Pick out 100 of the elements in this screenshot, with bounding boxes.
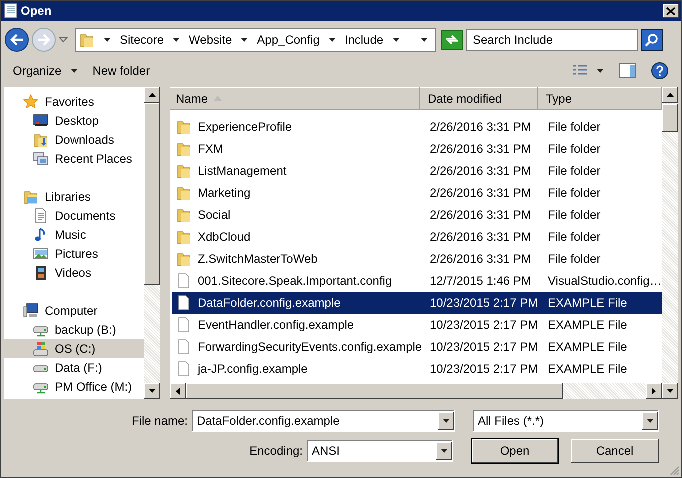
table-cell-text: 2/26/2016 3:31 PM <box>429 207 532 224</box>
scroll-thumb[interactable] <box>144 103 160 285</box>
cancel-button[interactable]: Cancel <box>571 439 659 463</box>
column-header[interactable]: Date modified <box>420 87 538 109</box>
encoding-dropdown[interactable]: ANSI <box>307 440 453 462</box>
caret-icon <box>240 37 250 43</box>
table-cell-text: 10/23/2015 2:17 PM <box>429 361 540 378</box>
field-label: Encoding: <box>250 444 303 458</box>
file-icon <box>176 317 192 333</box>
table-cell-text: File folder <box>547 119 602 136</box>
library-icon <box>23 188 39 204</box>
recent-places-icon <box>33 150 49 166</box>
notepad-icon <box>3 3 19 19</box>
column-header[interactable]: Name <box>170 87 420 109</box>
search-button[interactable] <box>641 29 663 51</box>
table-cell-text: 2/26/2016 3:31 PM <box>429 119 532 136</box>
scroll-down-button[interactable] <box>144 383 160 399</box>
caret-icon <box>646 418 654 424</box>
file-row[interactable]: ListManagement <box>172 160 422 182</box>
file-icon <box>176 295 192 311</box>
table-cell: 10/23/2015 2:17 PM <box>422 292 540 314</box>
scrollbar[interactable] <box>170 383 662 399</box>
file-type-dropdown[interactable]: All Files (*.*) <box>473 410 659 432</box>
scroll-right-button[interactable] <box>646 383 662 399</box>
scroll-up-button[interactable] <box>144 87 160 103</box>
file-name-field[interactable]: DataFolder.config.example <box>192 410 455 432</box>
file-row[interactable]: ExperienceProfile <box>172 116 422 138</box>
table-cell-text: File folder <box>547 251 602 268</box>
file-icon <box>176 273 192 289</box>
caret-icon <box>440 448 448 454</box>
file-row[interactable]: FXM <box>172 138 422 160</box>
scroll-down-button[interactable] <box>662 383 678 399</box>
file-row[interactable]: Social <box>172 204 422 226</box>
right-arrow-icon <box>652 388 656 394</box>
file-row[interactable]: Z.SwitchMasterToWeb <box>172 248 422 270</box>
toolbar-button[interactable]: Organize <box>9 62 83 80</box>
down-arrow-icon <box>666 389 674 393</box>
scroll-thumb[interactable] <box>186 383 564 399</box>
caret-icon <box>442 418 450 424</box>
nav-item[interactable]: Desktop <box>4 111 144 130</box>
search-field[interactable]: Search Include <box>466 29 638 51</box>
scroll-up-button[interactable] <box>662 87 678 103</box>
file-icon <box>176 339 192 355</box>
scroll-thumb[interactable] <box>662 104 678 132</box>
nav-item[interactable]: Downloads <box>4 130 144 149</box>
caret-icon <box>328 37 337 43</box>
scrollbar[interactable] <box>662 87 678 399</box>
refresh-button[interactable] <box>441 30 463 50</box>
computer-icon <box>23 302 39 318</box>
back-button[interactable] <box>5 28 29 52</box>
table-cell-text: 2/26/2016 3:31 PM <box>429 185 532 202</box>
nav-item[interactable]: backup (B:) <box>4 320 144 339</box>
open-button[interactable]: Open <box>472 439 558 463</box>
down-arrow-icon <box>148 389 156 393</box>
breadcrumb[interactable]: App_Config <box>257 33 320 47</box>
nav-group[interactable]: Computer <box>4 301 144 320</box>
file-row[interactable]: DataFolder.config.example <box>172 292 422 314</box>
file-row[interactable]: XdbCloud <box>172 226 422 248</box>
caret-icon <box>392 37 401 43</box>
nav-item[interactable]: Data (F:) <box>4 358 144 377</box>
column-header[interactable]: Type <box>538 87 662 109</box>
toolbar-button[interactable]: New folder <box>88 62 154 80</box>
breadcrumb[interactable]: Include <box>344 33 384 47</box>
close-button[interactable] <box>663 4 679 18</box>
scrollbar[interactable] <box>144 87 160 399</box>
nav-item[interactable]: PM Office (M:) <box>4 377 144 396</box>
file-row[interactable]: 001.Sitecore.Speak.Important.config <box>172 270 422 292</box>
file-row[interactable]: ForwardingSecurityEvents.config.example <box>172 336 422 358</box>
breadcrumb[interactable]: Sitecore <box>120 33 164 47</box>
table-cell-text: File folder <box>547 229 602 246</box>
file-row[interactable]: EventHandler.config.example <box>172 314 422 336</box>
table-cell-text: 2/26/2016 3:31 PM <box>429 229 532 246</box>
scroll-left-button[interactable] <box>170 383 186 399</box>
nav-item[interactable]: Documents <box>4 206 144 225</box>
recent-pages-icon <box>59 37 68 43</box>
table-cell-text: VisualStudio.config… <box>547 273 662 290</box>
folder-icon <box>176 163 192 179</box>
folder-icon <box>176 251 192 267</box>
nav-item[interactable]: Music <box>4 225 144 244</box>
search-icon <box>645 33 659 47</box>
breadcrumb[interactable]: Website <box>189 33 232 47</box>
file-row[interactable]: ja-JP.config.example <box>172 358 422 380</box>
nav-item[interactable]: Recent Places <box>4 149 144 168</box>
table-cell-text: 10/23/2015 2:17 PM <box>429 317 540 334</box>
nav-item[interactable]: OS (C:) <box>4 339 144 358</box>
table-cell-text: EXAMPLE File <box>547 317 628 334</box>
table-cell-text: EXAMPLE File <box>547 361 628 378</box>
dropdown-button[interactable] <box>436 442 452 460</box>
folder-icon <box>176 207 192 223</box>
table-cell-text: 12/7/2015 1:46 PM <box>429 273 532 290</box>
nav-item[interactable]: Pictures <box>4 244 144 263</box>
dropdown-button[interactable] <box>438 412 454 430</box>
nav-group[interactable]: Favorites <box>4 92 144 111</box>
dropdown-button[interactable] <box>642 412 658 430</box>
file-row[interactable]: Marketing <box>172 182 422 204</box>
nav-group[interactable]: Libraries <box>4 187 144 206</box>
table-cell-text: 10/23/2015 2:17 PM <box>429 339 540 356</box>
nav-item[interactable]: Videos <box>4 263 144 282</box>
desktop-icon <box>33 112 49 128</box>
address-bar[interactable]: Sitecore Website App_Config Include <box>75 28 436 52</box>
